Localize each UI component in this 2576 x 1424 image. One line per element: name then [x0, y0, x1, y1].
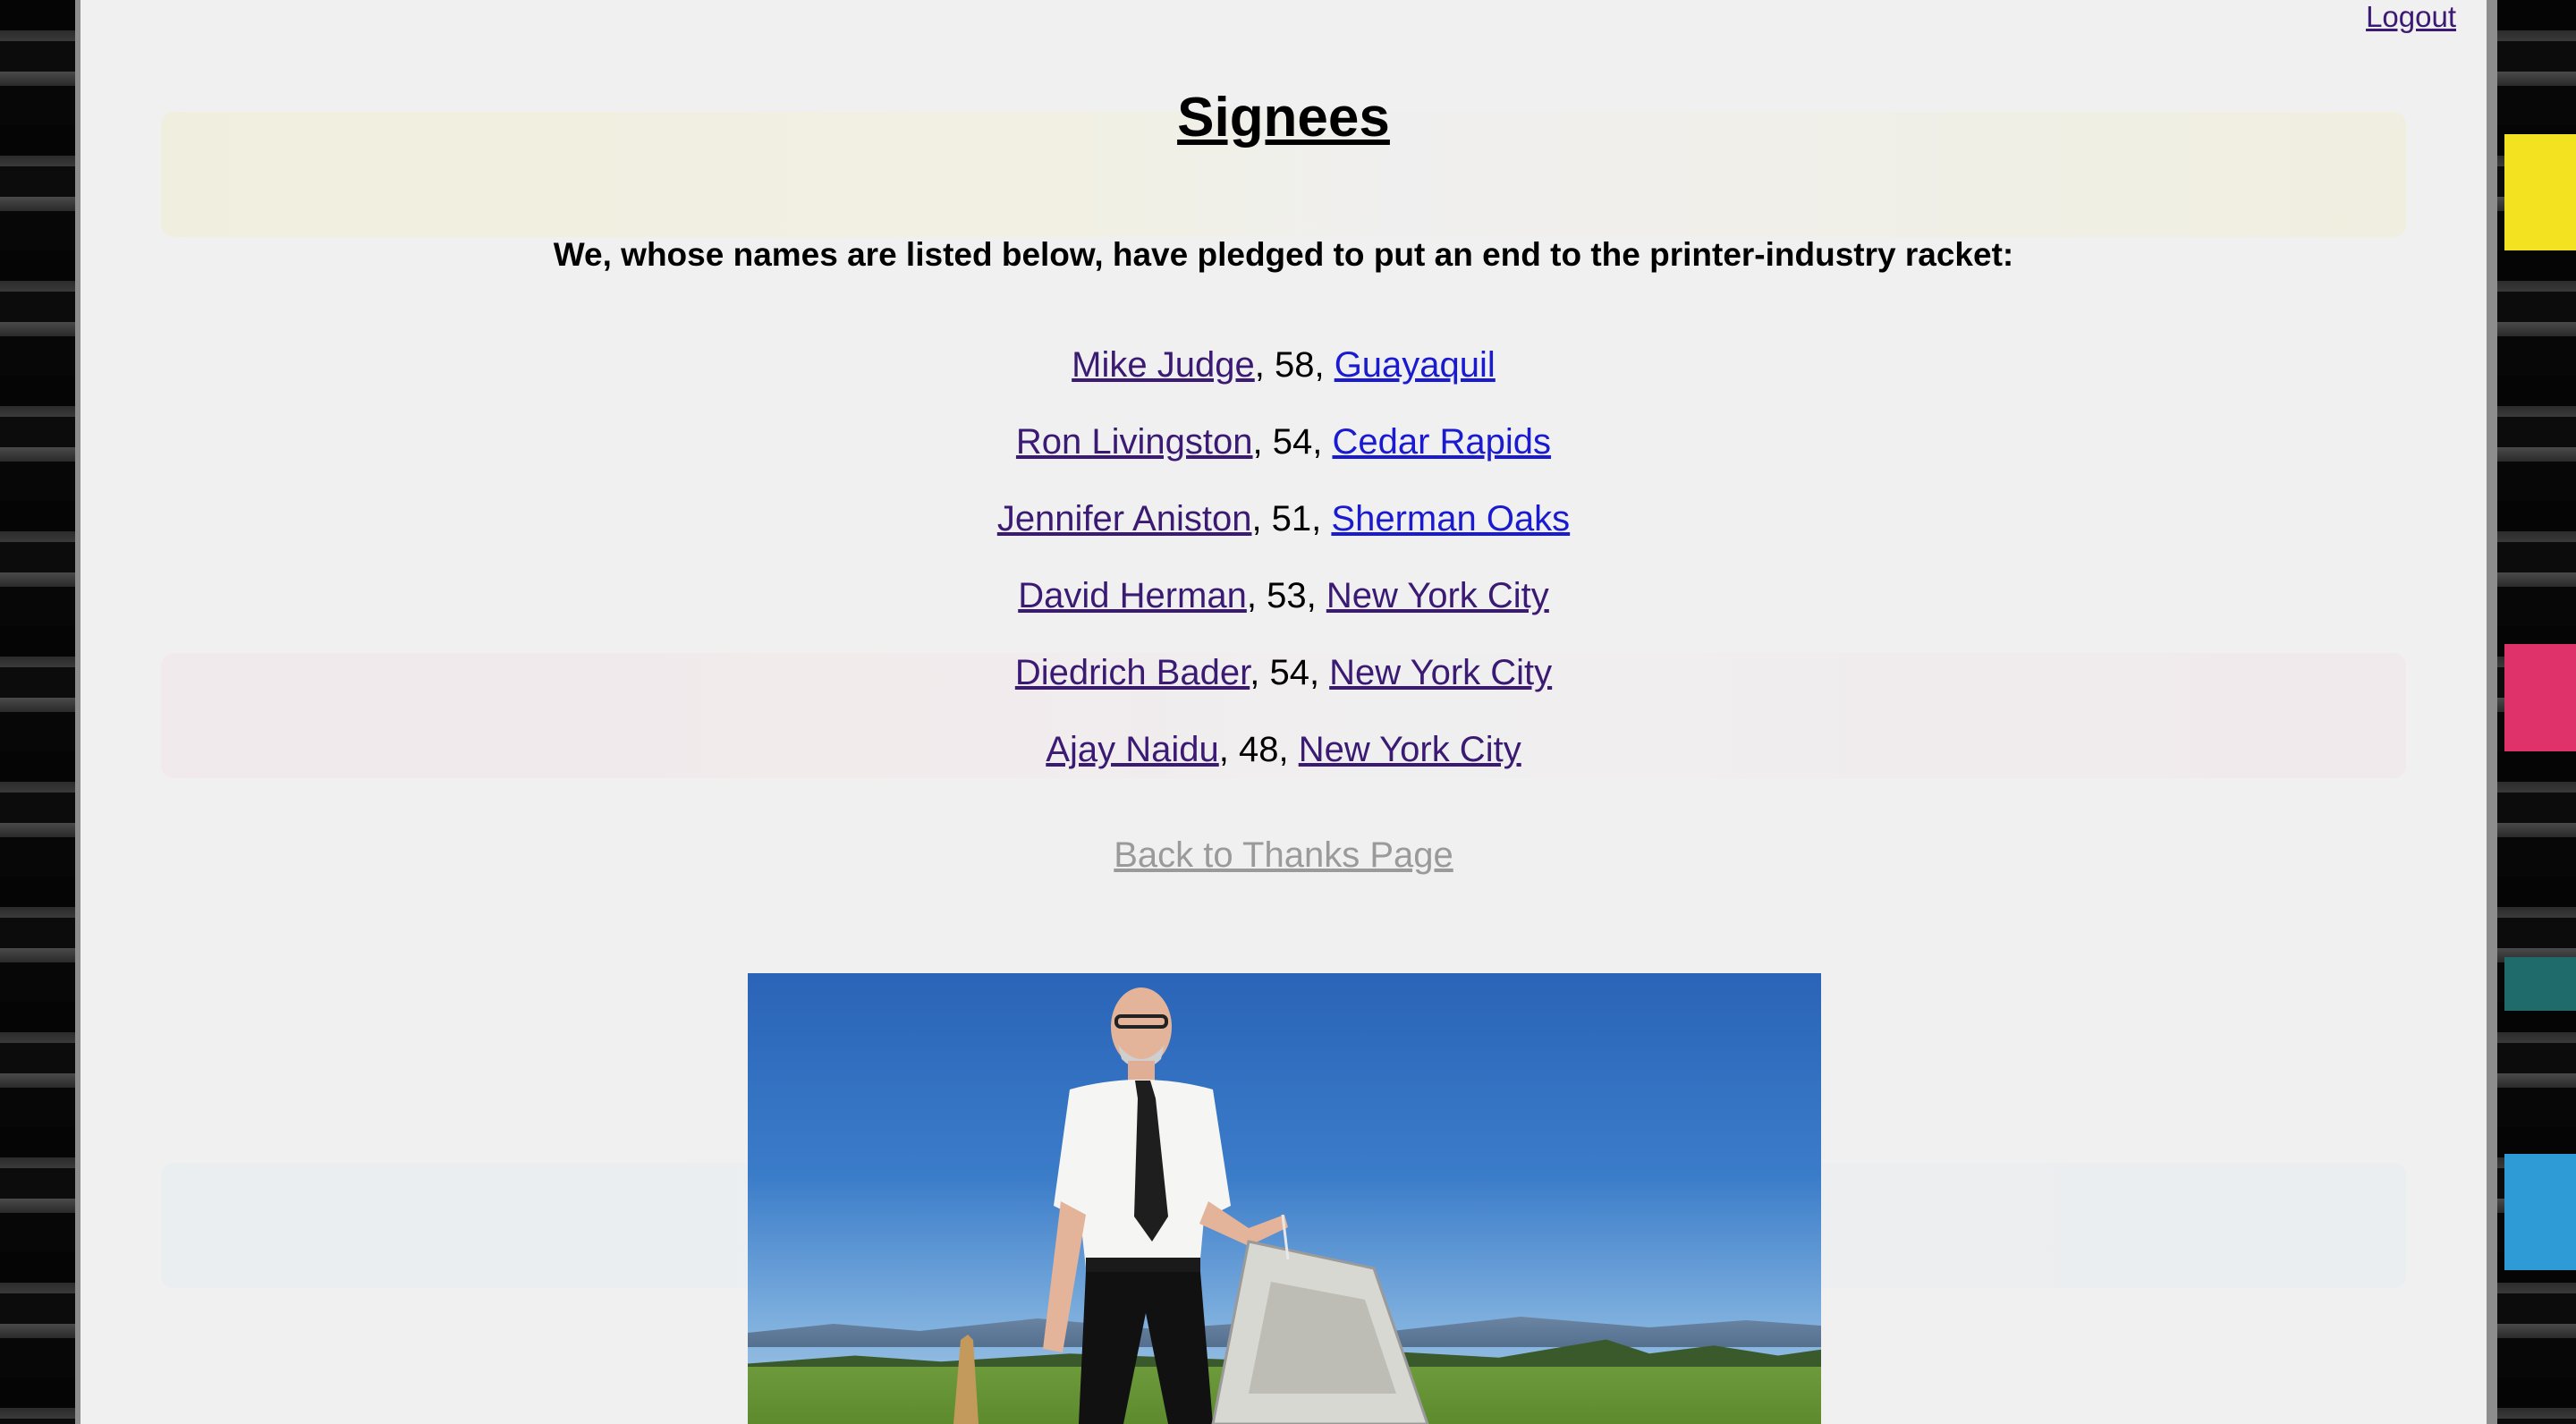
- list-item: Diedrich Bader, 54, New York City: [80, 648, 2487, 725]
- signee-age: , 54,: [1252, 422, 1333, 462]
- logout-link[interactable]: Logout: [2366, 0, 2456, 34]
- signee-name-link[interactable]: Ron Livingston: [1016, 422, 1253, 462]
- signee-age: , 48,: [1218, 730, 1299, 769]
- backdrop-left: [0, 0, 75, 1424]
- signee-name-link[interactable]: Diedrich Bader: [1015, 653, 1250, 692]
- man-with-bat-and-printer-figure: [953, 987, 1429, 1424]
- backdrop-right: [2497, 0, 2576, 1424]
- yellow-cartridge: [2504, 134, 2576, 250]
- list-item: Ajay Naidu, 48, New York City: [80, 725, 2487, 801]
- signee-name-link[interactable]: Mike Judge: [1072, 345, 1255, 385]
- signee-list: Mike Judge, 58, Guayaquil Ron Livingston…: [80, 340, 2487, 801]
- teal-cartridge: [2504, 957, 2576, 1011]
- signee-name-link[interactable]: Jennifer Aniston: [997, 499, 1252, 538]
- signee-city-link[interactable]: Guayaquil: [1335, 345, 1496, 385]
- signee-name-link[interactable]: Ajay Naidu: [1046, 730, 1218, 769]
- signee-age: , 58,: [1254, 345, 1335, 385]
- signee-age: , 51,: [1251, 499, 1332, 538]
- list-item: Mike Judge, 58, Guayaquil: [80, 340, 2487, 417]
- list-item: David Herman, 53, New York City: [80, 571, 2487, 648]
- cyan-cartridge: [2504, 1154, 2576, 1270]
- magenta-cartridge: [2504, 644, 2576, 751]
- signee-name-link[interactable]: David Herman: [1018, 576, 1247, 615]
- signee-city-link[interactable]: Cedar Rapids: [1332, 422, 1551, 462]
- page-container: Logout Signees We, whose names are liste…: [75, 0, 2497, 1424]
- back-link-container: Back to Thanks Page: [80, 835, 2487, 876]
- signee-age: , 53,: [1246, 576, 1326, 615]
- pledge-intro: We, whose names are listed below, have p…: [553, 236, 2014, 273]
- signee-city-link[interactable]: New York City: [1329, 653, 1552, 692]
- page-title: Signees: [1177, 87, 1390, 148]
- list-item: Ron Livingston, 54, Cedar Rapids: [80, 417, 2487, 494]
- signee-city-link[interactable]: Sherman Oaks: [1331, 499, 1570, 538]
- protest-photo: [748, 973, 1821, 1424]
- signee-age: , 54,: [1250, 653, 1330, 692]
- signee-city-link[interactable]: New York City: [1326, 576, 1549, 615]
- signee-city-link[interactable]: New York City: [1299, 730, 1521, 769]
- back-to-thanks-link[interactable]: Back to Thanks Page: [1114, 835, 1453, 875]
- list-item: Jennifer Aniston, 51, Sherman Oaks: [80, 494, 2487, 571]
